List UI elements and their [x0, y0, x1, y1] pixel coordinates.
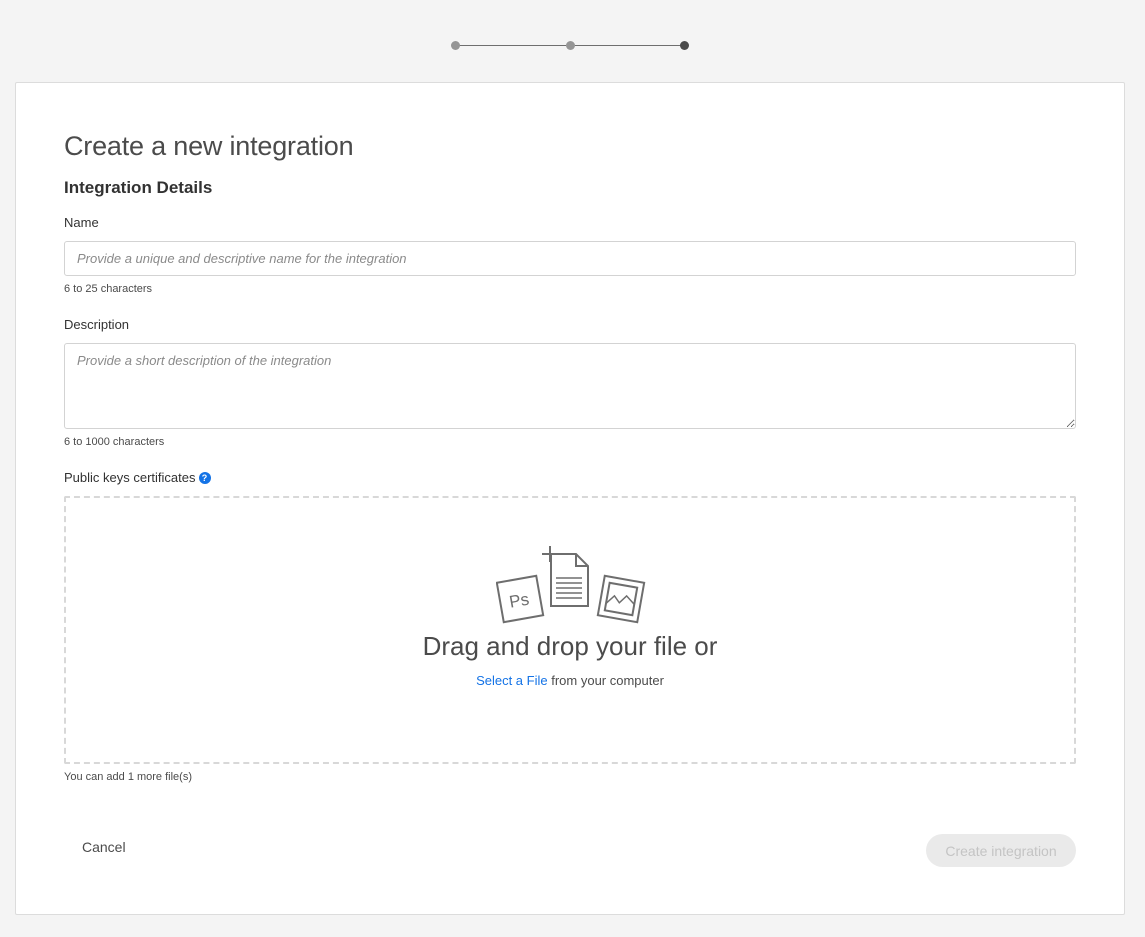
select-file-suffix: from your computer [547, 673, 664, 688]
upload-files-icon: Ps [496, 546, 646, 624]
select-file-link[interactable]: Select a File [476, 673, 548, 688]
certificates-hint: You can add 1 more file(s) [64, 771, 192, 783]
svg-text:Ps: Ps [508, 590, 531, 612]
description-label: Description [64, 317, 130, 332]
page-title: Create a new integration [64, 131, 354, 161]
stepper-line [575, 45, 681, 46]
name-input[interactable] [64, 241, 1076, 276]
create-integration-button[interactable]: Create integration [926, 834, 1076, 867]
stepper-step-1 [451, 41, 460, 50]
integration-form-card: Create a new integration Integration Det… [15, 82, 1125, 915]
progress-stepper [450, 40, 690, 52]
description-textarea[interactable] [64, 343, 1076, 429]
description-hint: 6 to 1000 characters [64, 436, 165, 448]
stepper-step-2 [566, 41, 575, 50]
name-label: Name [64, 215, 99, 230]
certificates-label-row: Public keys certificates? [64, 470, 211, 485]
dropzone-title: Drag and drop your file or [422, 631, 718, 661]
cancel-button[interactable]: Cancel [72, 835, 136, 859]
question-circle-icon[interactable]: ? [198, 472, 211, 484]
stepper-step-3-current [680, 41, 689, 50]
name-hint: 6 to 25 characters [64, 283, 153, 295]
dropzone-subtitle: Select a File from your computer [66, 673, 1074, 688]
file-dropzone[interactable]: Ps Drag and drop your file or Select a F… [64, 496, 1076, 764]
section-title: Integration Details [64, 178, 213, 197]
certificates-label: Public keys certificates [64, 470, 196, 485]
stepper-line [459, 45, 566, 46]
